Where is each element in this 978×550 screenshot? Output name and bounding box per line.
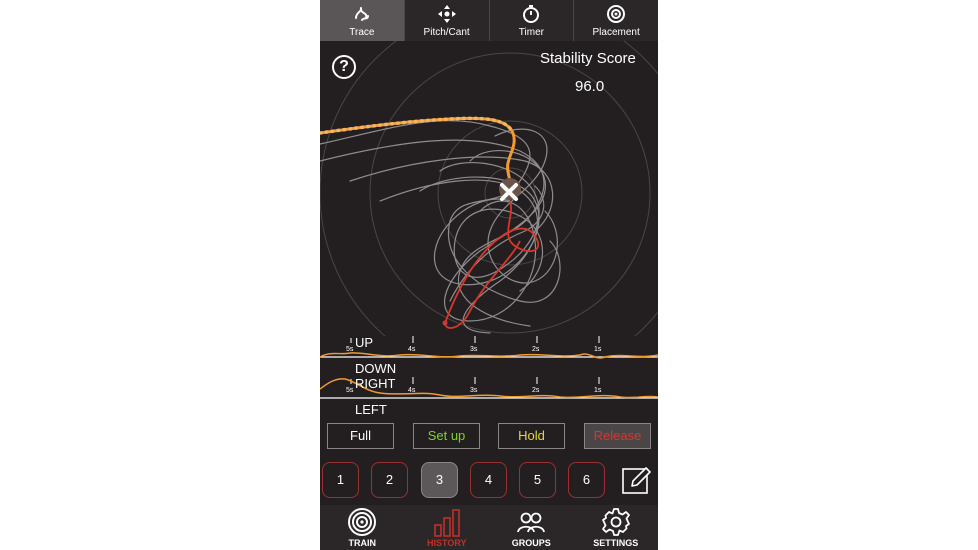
tick-label: 1s bbox=[594, 387, 602, 394]
nav-train[interactable]: TRAIN bbox=[320, 505, 405, 550]
release-button[interactable]: Release bbox=[584, 423, 651, 449]
groups-icon bbox=[517, 512, 546, 533]
tab-label: Timer bbox=[518, 27, 544, 38]
placement-icon bbox=[607, 5, 626, 23]
left-label: LEFT bbox=[355, 402, 387, 417]
shot-button-2[interactable]: 2 bbox=[371, 462, 408, 498]
setup-button[interactable]: Set up bbox=[413, 423, 480, 449]
tab-timer[interactable]: Timer bbox=[490, 0, 575, 41]
nav-label: SETTINGS bbox=[593, 538, 639, 548]
shot-button-5[interactable]: 5 bbox=[519, 462, 556, 498]
shot-button-6[interactable]: 6 bbox=[568, 462, 605, 498]
nav-label: TRAIN bbox=[348, 538, 377, 548]
red-trace-end-point bbox=[442, 320, 448, 326]
tick-label: 1s bbox=[594, 346, 602, 353]
hold-button[interactable]: Hold bbox=[498, 423, 565, 449]
tab-label: Placement bbox=[592, 27, 640, 38]
nav-label: GROUPS bbox=[511, 538, 551, 548]
help-button[interactable]: ? bbox=[332, 55, 356, 79]
tick-label: 3s bbox=[470, 387, 478, 394]
shot-button-1[interactable]: 1 bbox=[322, 462, 359, 498]
tab-label: Trace bbox=[349, 27, 375, 38]
tick-label: 4s bbox=[408, 387, 416, 394]
tab-trace[interactable]: Trace bbox=[320, 0, 405, 41]
nav-history[interactable]: HISTORY bbox=[405, 505, 490, 550]
timer-icon bbox=[523, 5, 540, 23]
bottom-navigation: TRAIN HISTORY GROUPS SETTINGS bbox=[320, 505, 658, 550]
tick-label: 5s bbox=[346, 387, 354, 394]
right-label: RIGHT bbox=[355, 376, 396, 391]
pitch-cant-icon bbox=[437, 5, 456, 23]
tick-label: 3s bbox=[470, 346, 478, 353]
shot-button-3[interactable]: 3 bbox=[421, 462, 458, 498]
shot-button-4[interactable]: 4 bbox=[470, 462, 507, 498]
trace-icon bbox=[354, 7, 369, 21]
gear-icon bbox=[601, 508, 630, 536]
gray-trace bbox=[320, 120, 561, 334]
nav-groups[interactable]: GROUPS bbox=[489, 505, 574, 550]
view-tabs: Trace Pitch/Cant Timer Placement bbox=[320, 0, 658, 41]
target-icon bbox=[348, 508, 377, 536]
tick-label: 2s bbox=[532, 387, 540, 394]
up-label: UP bbox=[355, 335, 374, 350]
app-screen: Trace Pitch/Cant Timer Placement ? Stabi… bbox=[320, 0, 658, 550]
nav-label: HISTORY bbox=[426, 538, 467, 548]
tick-label: 4s bbox=[408, 346, 416, 353]
strip-charts: UP DOWN RIGHT LEFT 5s 4s 3s 2s 1s 5s 4s … bbox=[320, 333, 658, 418]
tab-pitch-cant[interactable]: Pitch/Cant bbox=[405, 0, 490, 41]
tab-label: Pitch/Cant bbox=[423, 27, 470, 38]
tab-placement[interactable]: Placement bbox=[574, 0, 658, 41]
edit-icon[interactable] bbox=[620, 464, 652, 496]
full-button[interactable]: Full bbox=[327, 423, 394, 449]
stability-score-label: Stability Score bbox=[540, 50, 636, 67]
tick-label: 5s bbox=[346, 346, 354, 353]
trace-plot bbox=[320, 41, 658, 336]
history-bars-icon bbox=[433, 509, 460, 537]
nav-settings[interactable]: SETTINGS bbox=[574, 505, 659, 550]
tick-label: 2s bbox=[532, 346, 540, 353]
down-label: DOWN bbox=[355, 361, 397, 376]
target-rings bbox=[320, 41, 658, 336]
stability-score-value: 96.0 bbox=[575, 78, 605, 95]
